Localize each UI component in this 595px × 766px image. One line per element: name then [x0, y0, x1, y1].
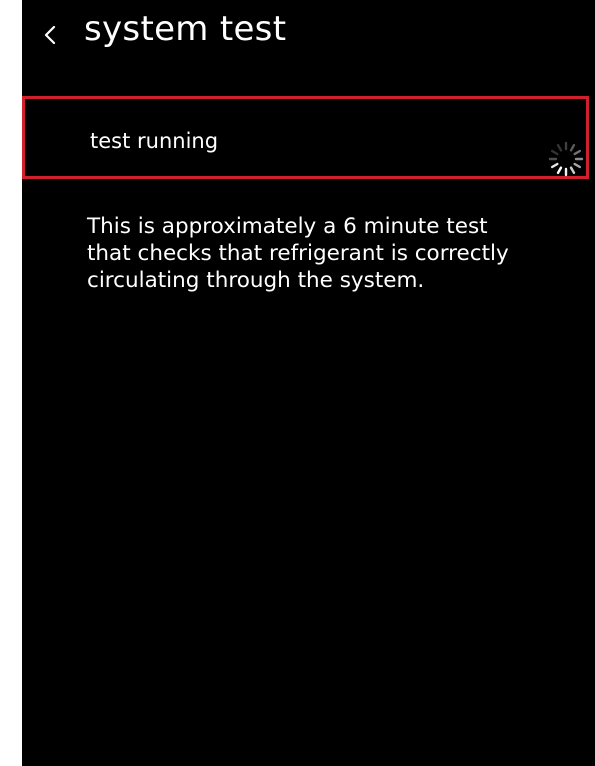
description-line: that checks that refrigerant is correctl…	[87, 241, 509, 266]
test-status-label: test running	[90, 129, 219, 153]
header: system test	[22, 0, 595, 70]
test-status-row: test running	[22, 96, 589, 179]
device-screen: system test test running This is approxi…	[22, 0, 595, 766]
test-description: This is approximately a 6 minute test th…	[87, 213, 592, 294]
description-line: This is approximately a 6 minute test	[87, 214, 488, 239]
page-title: system test	[84, 9, 287, 49]
chevron-left-icon	[44, 26, 56, 44]
loading-spinner-icon	[548, 141, 584, 177]
back-button[interactable]	[38, 14, 74, 54]
description-line: circulating through the system.	[87, 268, 425, 293]
